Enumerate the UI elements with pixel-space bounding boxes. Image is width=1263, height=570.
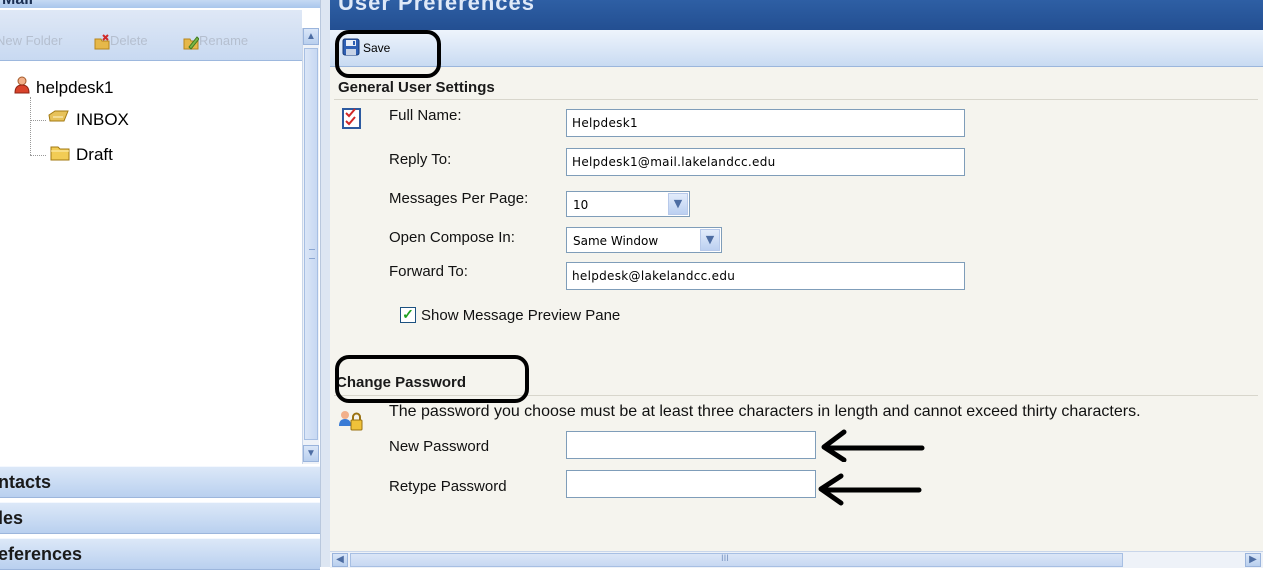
scroll-grip-label: III	[721, 554, 729, 564]
change-password-title: Change Password	[336, 374, 467, 391]
preferences-header: User Preferences	[330, 0, 1263, 30]
nav-rules[interactable]: les	[0, 502, 320, 534]
mail-panel-header[interactable]: Mail	[0, 0, 320, 8]
password-requirements-note: The password you choose must be at least…	[389, 403, 1141, 420]
folder-tree-scrollbar[interactable]: ▲ ▼	[302, 28, 319, 464]
tree-folder-draft[interactable]: Draft	[50, 143, 113, 166]
general-settings-title: General User Settings	[338, 79, 495, 96]
new-password-label: New Password	[389, 438, 490, 455]
tree-connector	[30, 155, 46, 156]
retype-password-field[interactable]	[566, 470, 816, 498]
tree-connector	[30, 120, 46, 121]
scroll-down-icon[interactable]: ▼	[303, 445, 319, 462]
nav-label: eferences	[0, 544, 83, 564]
full-name-field[interactable]: Helpdesk1	[566, 109, 965, 137]
tree-folder-inbox[interactable]: INBOX	[48, 108, 129, 131]
section-divider	[334, 99, 1258, 100]
nav-label: ntacts	[0, 472, 52, 492]
tree-folder-label: INBOX	[76, 109, 129, 129]
delete-folder-button[interactable]: Delete	[94, 33, 148, 49]
folder-icon	[50, 143, 70, 166]
inbox-icon	[48, 108, 70, 131]
scrollbar-thumb[interactable]	[304, 48, 318, 440]
scroll-left-icon[interactable]: ◀	[332, 553, 348, 567]
tree-account-node[interactable]: helpdesk1	[14, 76, 114, 99]
new-folder-label: New Folder	[0, 33, 63, 48]
save-label: Save	[363, 41, 391, 55]
user-account-icon	[14, 76, 30, 99]
preferences-title: User Preferences	[338, 0, 536, 15]
nav-contacts[interactable]: ntacts	[0, 466, 320, 498]
full-name-label: Full Name:	[389, 107, 462, 124]
arrow-left-icon	[818, 473, 922, 506]
open-compose-select[interactable]: Same Window ▼	[566, 227, 722, 253]
forward-to-field[interactable]: helpdesk@lakelandcc.edu	[566, 262, 965, 290]
messages-per-page-label: Messages Per Page:	[389, 190, 529, 207]
nav-preferences[interactable]: eferences	[0, 538, 320, 570]
folder-toolbar: New Folder Delete Rename	[0, 10, 302, 61]
reply-to-field[interactable]: Helpdesk1@mail.lakelandcc.edu	[566, 148, 965, 176]
scroll-grip-icon	[309, 249, 315, 259]
folder-pane: Mail New Folder Delete Rename helpdesk1	[0, 0, 320, 570]
arrow-left-icon	[821, 429, 925, 462]
settings-checklist-icon	[342, 107, 362, 134]
preview-pane-checkbox[interactable]: ✓	[400, 307, 416, 323]
chevron-down-icon[interactable]: ▼	[700, 229, 720, 251]
save-disk-icon	[342, 38, 360, 59]
open-compose-label: Open Compose In:	[389, 229, 515, 246]
tree-account-label: helpdesk1	[36, 77, 114, 97]
mail-panel-title: Mail	[2, 0, 33, 8]
tree-folder-label: Draft	[76, 144, 113, 164]
section-divider	[334, 395, 1258, 396]
scroll-right-icon[interactable]: ▶	[1245, 553, 1261, 567]
rename-folder-icon	[183, 34, 200, 50]
nav-label: les	[0, 508, 24, 528]
scrollbar-thumb[interactable]: III	[350, 553, 1123, 567]
tree-connector	[30, 97, 31, 155]
retype-password-label: Retype Password	[389, 478, 507, 495]
scroll-up-icon[interactable]: ▲	[303, 28, 319, 45]
save-button[interactable]: Save	[342, 37, 390, 59]
rename-folder-label: Rename	[199, 33, 249, 48]
new-password-field[interactable]	[566, 431, 816, 459]
users-lock-icon	[339, 410, 363, 437]
rename-folder-button[interactable]: Rename	[183, 33, 249, 50]
messages-per-page-select[interactable]: 10 ▼	[566, 191, 690, 217]
delete-folder-label: Delete	[110, 33, 148, 48]
messages-per-page-value: 10	[573, 198, 589, 212]
preferences-toolbar: Save	[330, 30, 1263, 67]
preferences-pane: User Preferences Save General User Setti…	[330, 0, 1263, 568]
preview-pane-label: Show Message Preview Pane	[421, 307, 621, 324]
chevron-down-icon[interactable]: ▼	[668, 193, 688, 215]
delete-folder-icon	[94, 33, 110, 49]
new-folder-button[interactable]: New Folder	[0, 33, 62, 48]
open-compose-value: Same Window	[573, 234, 659, 248]
preferences-horizontal-scrollbar[interactable]: ◀ III ▶	[330, 551, 1263, 568]
reply-to-label: Reply To:	[389, 151, 452, 168]
forward-to-label: Forward To:	[389, 263, 468, 280]
